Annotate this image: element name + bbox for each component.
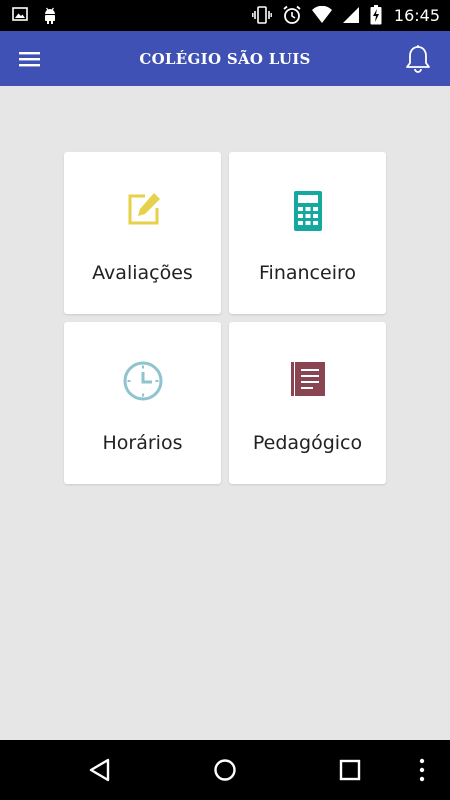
menu-card-label: Pedagógico: [252, 432, 363, 454]
menu-card-horarios[interactable]: Horários: [64, 322, 221, 484]
edit-icon: [64, 190, 221, 230]
menu-card-label: Avaliações: [92, 262, 193, 284]
overflow-icon: [419, 758, 425, 782]
battery-charging-icon: [370, 5, 382, 25]
notifications-button[interactable]: [404, 44, 432, 74]
menu-card-label: Financeiro: [259, 262, 356, 284]
back-icon: [89, 758, 110, 782]
notebook-icon: [229, 360, 386, 400]
wifi-icon: [311, 6, 332, 24]
app-title: COLÉGIO SÃO LUIS: [139, 50, 311, 68]
signal-icon: [342, 6, 360, 24]
menu-card-avaliacoes[interactable]: Avaliações: [64, 152, 221, 314]
menu-card-financeiro[interactable]: Financeiro: [229, 152, 386, 314]
back-button[interactable]: [86, 756, 114, 784]
alarm-icon: [282, 5, 302, 25]
navigation-bar: [0, 740, 450, 800]
recents-icon: [339, 759, 361, 781]
image-icon: [12, 6, 28, 24]
calculator-icon: [229, 190, 386, 231]
overflow-menu-button[interactable]: [414, 756, 430, 784]
status-bar: 16:45: [0, 0, 450, 31]
menu-card-label: Horários: [102, 432, 183, 454]
vibrate-icon: [251, 6, 272, 24]
status-time: 16:45: [393, 5, 440, 25]
android-icon: [42, 6, 58, 24]
bell-icon: [406, 45, 430, 73]
clock-icon: [64, 360, 221, 401]
home-button[interactable]: [211, 756, 239, 784]
app-bar: COLÉGIO SÃO LUIS: [0, 31, 450, 86]
recents-button[interactable]: [336, 756, 364, 784]
home-icon: [214, 759, 236, 781]
menu-card-pedagogico[interactable]: Pedagógico: [229, 322, 386, 484]
